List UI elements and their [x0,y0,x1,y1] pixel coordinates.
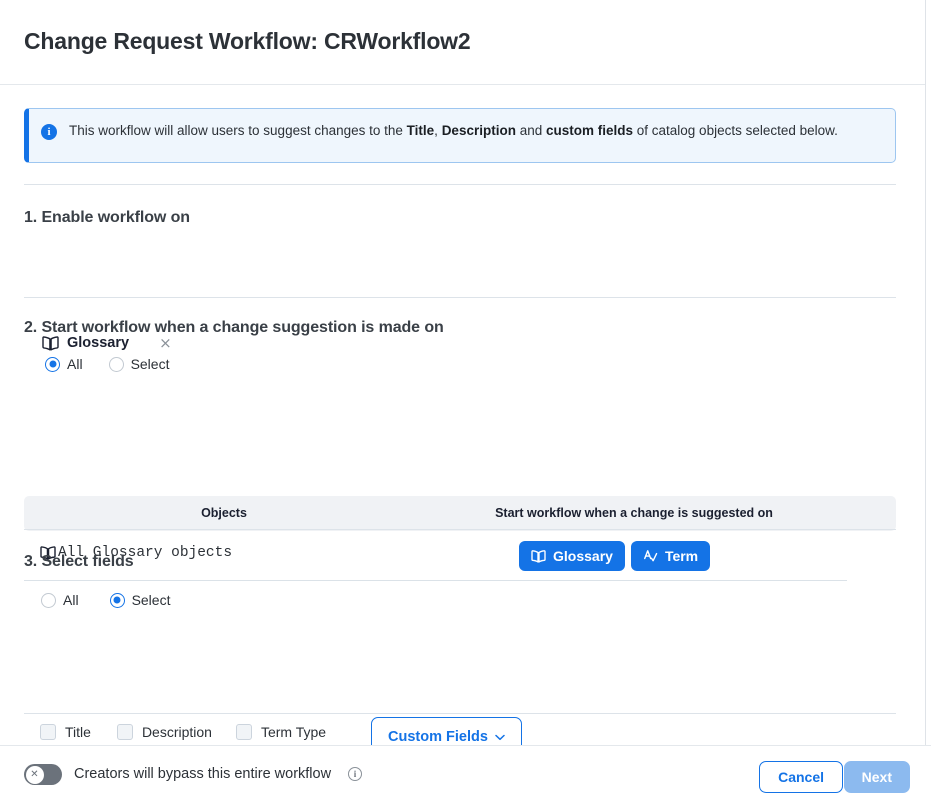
enabled-object-label: Glossary [67,335,130,351]
radio-option-all-objects[interactable]: All [45,356,83,372]
checkbox-icon-term-type [235,724,252,740]
toggle-knob: ✕ [25,765,44,784]
banner-bold-title: Title [406,123,435,138]
checkbox-label-term-type: Term Type [260,724,327,740]
column-header-start-workflow: Start workflow when a change is suggeste… [495,506,773,520]
objects-table-header: Objects Start workflow when a change is … [24,496,896,531]
checkbox-icon-description [116,724,133,740]
modal-footer: ✕ Creators will bypass this entire workf… [0,745,931,808]
section-1-title: 1. Enable workflow on [24,209,190,226]
radio-label-select-objects: Select [130,356,170,372]
banner-tail: of catalog objects selected below. [633,123,838,138]
banner-sep-1: , [434,123,442,138]
divider-above-section-1 [24,184,896,185]
banner-sep-2: and [515,123,546,138]
chip-term-label: Term [664,548,699,564]
info-banner-text: This workflow will allow users to sugges… [69,121,838,140]
next-button[interactable]: Next [843,761,910,793]
radio-label-all-fields: All [63,592,79,608]
checkbox-label-title: Title [65,724,91,740]
radio-option-all-fields[interactable]: All [41,592,79,608]
field-checkbox-group: Title Description Term Type [40,724,326,740]
checkbox-label-description: Description [141,724,212,740]
divider-below-section-3 [24,713,896,714]
close-icon[interactable]: × [159,335,172,351]
column-header-objects: Objects [201,506,247,520]
info-banner: i This workflow will allow users to sugg… [24,108,896,163]
info-circle-icon[interactable]: i [348,767,362,781]
cancel-button[interactable]: Cancel [759,761,843,793]
book-icon [42,335,59,351]
radio-option-select-objects[interactable]: Select [108,356,170,372]
section-3-title: 3. Select fields [24,553,134,570]
bypass-workflow-toggle[interactable]: ✕ [24,764,62,785]
checkbox-option-term-type[interactable]: Term Type [235,724,327,740]
book-icon [531,549,546,563]
checkbox-option-title[interactable]: Title [40,724,91,740]
change-request-workflow-modal: Change Request Workflow: CRWorkflow2 i T… [0,0,931,808]
section-2-radio-group: All Select [45,356,195,372]
divider-above-section-2 [24,297,896,298]
page-header: Change Request Workflow: CRWorkflow2 [0,0,925,85]
chip-glossary-label: Glossary [553,548,613,564]
radio-icon-select-fields [109,592,125,608]
radio-label-select-fields: Select [131,592,171,608]
divider-above-section-3 [24,529,896,530]
table-row: All Glossary objects Glossary Term [24,535,847,581]
radio-icon-all-fields [41,592,56,608]
radio-label-all-objects: All [67,356,83,372]
page-title: Change Request Workflow: CRWorkflow2 [24,28,471,54]
radio-option-select-fields[interactable]: Select [109,592,171,608]
term-icon [643,549,658,563]
section-2-title: 2. Start workflow when a change suggesti… [24,319,444,336]
banner-bold-custom-fields: custom fields [545,123,634,138]
section-3-radio-group: All Select [41,592,196,608]
banner-lead: This workflow will allow users to sugges… [69,123,407,138]
checkbox-option-description[interactable]: Description [116,724,212,740]
banner-bold-description: Description [441,123,516,138]
chip-glossary[interactable]: Glossary [519,541,625,571]
chevron-down-icon [495,734,505,741]
table-cell-trigger-chips: Glossary Term [519,541,711,571]
bypass-workflow-label: Creators will bypass this entire workflo… [74,766,332,782]
info-icon: i [41,124,57,140]
modal-body: i This workflow will allow users to sugg… [0,85,925,757]
radio-icon-select-objects [108,356,124,372]
radio-icon-all-objects [45,356,60,372]
panel-right-border [925,0,926,745]
custom-fields-label: Custom Fields [388,729,488,745]
chip-term[interactable]: Term [630,541,711,571]
checkbox-icon-title [40,724,56,740]
